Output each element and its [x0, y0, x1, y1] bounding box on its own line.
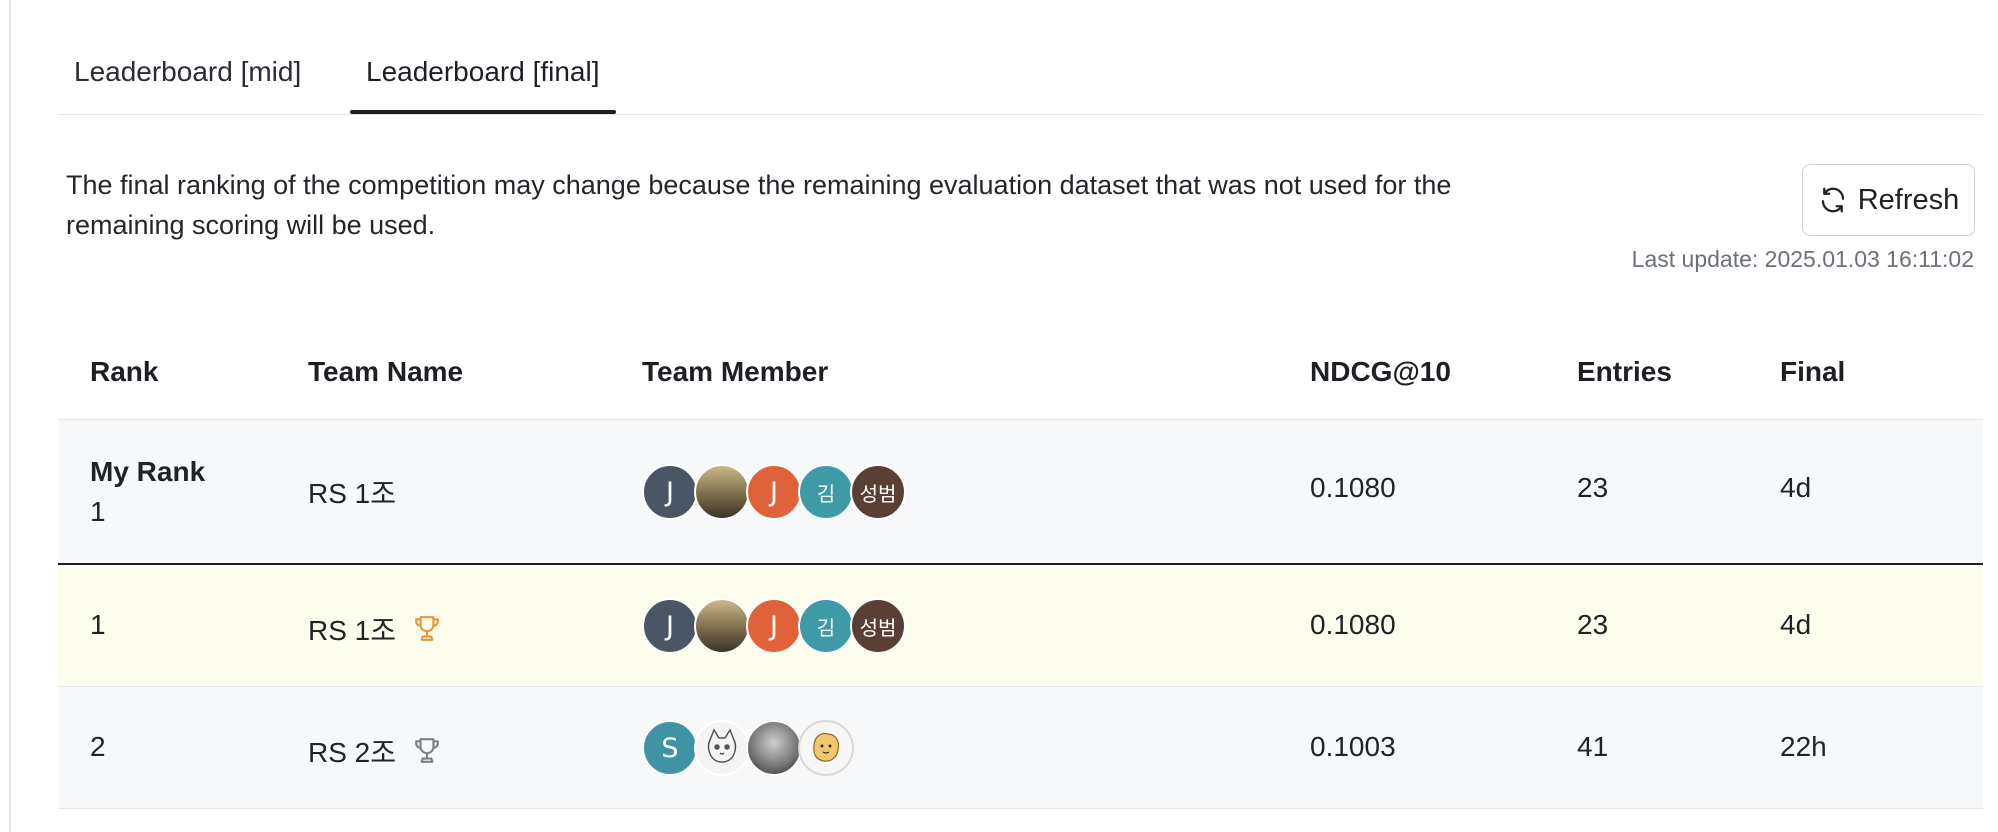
leaderboard-tabs: Leaderboard [mid] Leaderboard [final]	[58, 0, 1983, 115]
cat-drawing-avatar[interactable]	[694, 720, 750, 776]
member-avatar[interactable]: J	[642, 464, 698, 520]
my-team-name: RS 1조	[308, 472, 396, 512]
team-members: S	[642, 720, 854, 776]
member-avatar[interactable]: J	[746, 598, 802, 654]
tab-leaderboard-mid-label: Leaderboard [mid]	[74, 56, 302, 87]
refresh-label: Refresh	[1857, 183, 1960, 216]
my-score: 0.1080	[1310, 472, 1396, 503]
column-ndcg: NDCG@10	[1310, 356, 1451, 387]
my-rank-number: 1	[90, 496, 106, 527]
team-name-text: RS 1조	[308, 615, 397, 646]
member-avatar[interactable]: 김	[798, 598, 854, 654]
tab-leaderboard-final-label: Leaderboard [final]	[366, 56, 600, 87]
team-name-text: RS 2조	[308, 737, 397, 768]
table-row: 2 RS 2조 S 0.1003 41 22h	[58, 687, 1983, 809]
column-final: Final	[1780, 356, 1846, 387]
entries-cell: 41	[1577, 731, 1609, 762]
left-divider	[9, 0, 11, 832]
my-entries: 23	[1577, 472, 1609, 503]
refresh-button[interactable]: Refresh	[1802, 164, 1975, 236]
my-rank-cell: My Rank 1	[90, 452, 205, 532]
gold-trophy-icon	[415, 616, 439, 641]
column-rank: Rank	[90, 356, 159, 387]
last-update-timestamp: Last update: 2025.01.03 16:11:02	[1631, 246, 1974, 272]
table-header: Rank Team Name Team Member NDCG@10 Entri…	[58, 320, 1983, 420]
my-final: 4d	[1780, 472, 1812, 503]
rank-cell: 2	[90, 731, 106, 762]
team-name-cell: RS 1조	[308, 609, 440, 649]
team-members: J J 김 성범	[642, 598, 906, 654]
photo-avatar[interactable]	[694, 598, 750, 654]
score-cell: 0.1080	[1310, 609, 1396, 640]
character-drawing-avatar[interactable]	[798, 720, 854, 776]
member-avatar[interactable]: J	[746, 464, 802, 520]
my-team-name-text: RS 1조	[308, 478, 397, 509]
character-drawing-icon	[813, 732, 840, 762]
active-tab-indicator	[350, 110, 616, 114]
my-team-members: J J 김 성범	[642, 464, 906, 520]
team-name-cell: RS 2조	[308, 731, 440, 771]
final-cell: 4d	[1780, 609, 1812, 640]
final-cell: 22h	[1780, 731, 1827, 762]
rank-cell: 1	[90, 609, 106, 640]
ranking-notice: The final ranking of the competition may…	[66, 170, 1452, 240]
member-avatar[interactable]: 김	[798, 464, 854, 520]
my-rank-label: My Rank	[90, 456, 206, 487]
photo-avatar[interactable]	[746, 720, 802, 776]
table-row: 1 RS 1조 J J 김 성범 0.1080 23 4d	[58, 565, 1983, 687]
column-team-name: Team Name	[308, 356, 464, 387]
score-cell: 0.1003	[1310, 731, 1396, 762]
tab-leaderboard-final[interactable]: Leaderboard [final]	[350, 50, 616, 114]
entries-cell: 23	[1577, 609, 1609, 640]
member-avatar[interactable]: S	[642, 720, 698, 776]
tab-leaderboard-mid[interactable]: Leaderboard [mid]	[58, 50, 317, 112]
column-entries: Entries	[1577, 356, 1672, 387]
refresh-icon	[1821, 187, 1844, 213]
member-avatar[interactable]: J	[642, 598, 698, 654]
my-rank-row: My Rank 1 RS 1조 J J 김 성범 0.1080 23 4d	[58, 420, 1983, 565]
member-avatar[interactable]: 성범	[850, 464, 906, 520]
photo-avatar[interactable]	[694, 464, 750, 520]
leaderboard-table: Rank Team Name Team Member NDCG@10 Entri…	[58, 320, 1983, 809]
cat-drawing-icon	[707, 728, 737, 763]
member-avatar[interactable]: 성범	[850, 598, 906, 654]
silver-trophy-icon	[415, 738, 439, 763]
column-team-member: Team Member	[642, 356, 829, 387]
